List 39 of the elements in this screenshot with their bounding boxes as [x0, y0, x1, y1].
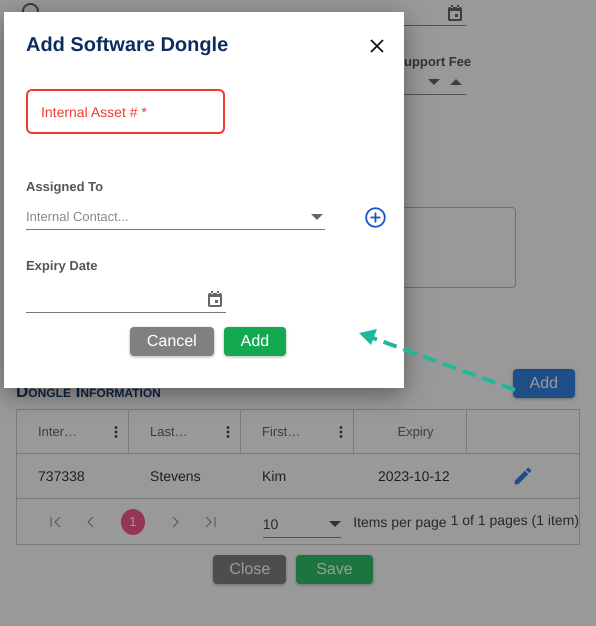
- table-cell-text: Stevens: [149, 467, 202, 486]
- column-menu-icon[interactable]: [114, 426, 118, 438]
- column-header[interactable]: First…: [241, 410, 354, 453]
- next-page-icon[interactable]: [172, 516, 179, 526]
- column-header[interactable]: Last…: [129, 410, 241, 453]
- calendar-icon[interactable]: [208, 290, 222, 306]
- last-page-icon[interactable]: [204, 516, 216, 526]
- dialog-button[interactable]: Cancel: [130, 327, 214, 356]
- field-label: Assigned To: [26, 179, 104, 194]
- caret-icon: [311, 214, 324, 220]
- column-menu-icon[interactable]: [339, 426, 343, 438]
- table-cell-text: 737338: [37, 467, 86, 486]
- column-header[interactable]: Expiry: [354, 410, 467, 453]
- table-cell-text: 2023-10-12: [377, 467, 451, 486]
- add-circle-icon[interactable]: [365, 206, 386, 228]
- footer-button[interactable]: Save: [296, 555, 373, 584]
- dialog-title: Add Software Dongle: [26, 34, 228, 57]
- previous-page-icon[interactable]: [87, 516, 94, 526]
- pencil-icon[interactable]: [512, 465, 534, 487]
- page-button[interactable]: 1: [120, 508, 146, 534]
- page-summary: 1 of 1 pages (1 item): [450, 512, 579, 528]
- calendar-icon[interactable]: [448, 4, 462, 20]
- page-size-select[interactable]: 10: [262, 506, 342, 538]
- add-button[interactable]: Add: [512, 369, 575, 398]
- page-size-label: Items per page: [353, 514, 447, 530]
- caret-icon: [329, 521, 342, 527]
- asset-input-field[interactable]: Internal Asset # *: [26, 89, 225, 134]
- contact-select[interactable]: Internal Contact...: [26, 204, 326, 230]
- table-cell-text: Kim: [261, 467, 288, 486]
- increment-icon[interactable]: [450, 78, 462, 84]
- first-page-icon[interactable]: [50, 516, 62, 526]
- close-button[interactable]: [368, 36, 386, 54]
- dialog-button[interactable]: Add: [224, 327, 286, 356]
- column-menu-icon[interactable]: [226, 426, 230, 438]
- column-header[interactable]: Inter…: [17, 410, 129, 453]
- decrement-icon: [428, 78, 440, 84]
- footer-button[interactable]: Close: [213, 555, 286, 584]
- field-label: Expiry Date: [26, 258, 99, 273]
- field-label: upport Fee: [404, 54, 472, 69]
